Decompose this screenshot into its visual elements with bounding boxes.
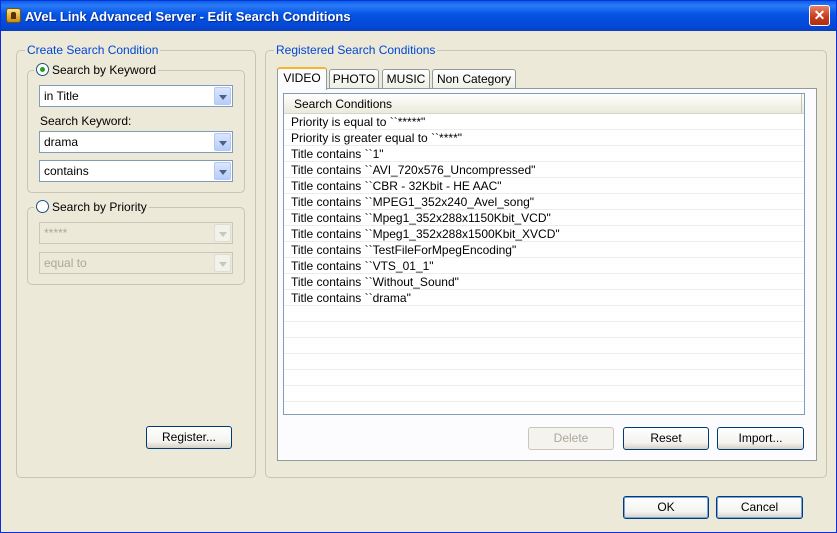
window-title: AVeL Link Advanced Server - Edit Search … [25, 9, 351, 24]
ok-button[interactable]: OK [623, 496, 709, 519]
search-by-keyword-option[interactable]: Search by Keyword [34, 63, 159, 77]
register-button[interactable]: Register... [146, 426, 232, 449]
priority-value-select: ***** [39, 222, 233, 244]
list-item[interactable]: Title contains ``Without_Sound" [284, 274, 804, 290]
list-item[interactable]: Title contains ``1" [284, 146, 804, 162]
keyword-field-select[interactable]: in Title [39, 85, 233, 107]
registered-search-conditions-legend: Registered Search Conditions [274, 43, 438, 57]
search-by-priority-option[interactable]: Search by Priority [34, 200, 149, 214]
keyword-operator-select[interactable]: contains [39, 160, 233, 182]
close-icon: ✕ [813, 7, 826, 23]
tab-music[interactable]: MUSIC [382, 69, 430, 89]
search-conditions-list[interactable]: Search Conditions Priority is equal to `… [283, 93, 805, 415]
video-tab-panel: Search Conditions Priority is equal to `… [277, 88, 817, 461]
priority-search-group: Search by Priority ***** equal to [27, 200, 245, 285]
search-by-priority-label: Search by Priority [52, 200, 147, 214]
close-button[interactable]: ✕ [809, 5, 830, 26]
list-header: Search Conditions [284, 94, 804, 114]
list-item[interactable]: Title contains ``MPEG1_352x240_Avel_song… [284, 194, 804, 210]
priority-operator-value: equal to [44, 256, 87, 270]
keyword-search-group: Search by Keyword in Title Search Keywor… [27, 63, 245, 193]
keyword-input-combo[interactable]: drama [39, 131, 233, 153]
column-header-search-conditions[interactable]: Search Conditions [287, 94, 802, 113]
chevron-down-icon[interactable] [214, 87, 231, 105]
search-keyword-label: Search Keyword: [40, 114, 132, 128]
search-by-keyword-label: Search by Keyword [52, 63, 157, 77]
empty-list-row [284, 386, 804, 402]
list-item[interactable]: Title contains ``VTS_01_1" [284, 258, 804, 274]
priority-radio-icon[interactable] [36, 200, 49, 213]
empty-list-row [284, 322, 804, 338]
list-rows: Priority is equal to ``*****" Priority i… [284, 114, 804, 402]
title-bar[interactable]: AVeL Link Advanced Server - Edit Search … [1, 1, 836, 31]
list-item[interactable]: Title contains ``Mpeg1_352x288x1500Kbit_… [284, 226, 804, 242]
list-item[interactable]: Priority is greater equal to ``****" [284, 130, 804, 146]
priority-value: ***** [44, 226, 68, 240]
keyword-value: drama [44, 135, 79, 149]
list-item[interactable]: Title contains ``drama" [284, 290, 804, 306]
import-button[interactable]: Import... [717, 427, 804, 450]
tab-non-category[interactable]: Non Category [432, 69, 516, 89]
list-item[interactable]: Title contains ``Mpeg1_352x288x1150Kbit_… [284, 210, 804, 226]
empty-list-row [284, 338, 804, 354]
empty-list-row [284, 306, 804, 322]
list-item[interactable]: Title contains ``CBR - 32Kbit - HE AAC" [284, 178, 804, 194]
list-item[interactable]: Priority is equal to ``*****" [284, 114, 804, 130]
edit-search-conditions-dialog: AVeL Link Advanced Server - Edit Search … [0, 0, 837, 533]
app-lock-icon [6, 8, 21, 23]
empty-list-row [284, 370, 804, 386]
chevron-down-icon [214, 254, 231, 272]
list-item[interactable]: Title contains ``TestFileForMpegEncoding… [284, 242, 804, 258]
chevron-down-icon [214, 224, 231, 242]
keyword-radio-icon[interactable] [36, 63, 49, 76]
create-search-condition-legend: Create Search Condition [25, 43, 161, 57]
list-item[interactable]: Title contains ``AVI_720x576_Uncompresse… [284, 162, 804, 178]
chevron-down-icon[interactable] [214, 162, 231, 180]
reset-button[interactable]: Reset [623, 427, 709, 450]
priority-operator-select: equal to [39, 252, 233, 274]
chevron-down-icon[interactable] [214, 133, 231, 151]
delete-button: Delete [528, 427, 614, 450]
keyword-operator-value: contains [44, 164, 89, 178]
cancel-button[interactable]: Cancel [716, 496, 803, 519]
tab-video[interactable]: VIDEO [277, 67, 327, 90]
tab-photo[interactable]: PHOTO [329, 69, 379, 89]
keyword-field-value: in Title [44, 89, 79, 103]
create-search-condition-group: Create Search Condition Search by Keywor… [16, 43, 256, 478]
empty-list-row [284, 354, 804, 370]
